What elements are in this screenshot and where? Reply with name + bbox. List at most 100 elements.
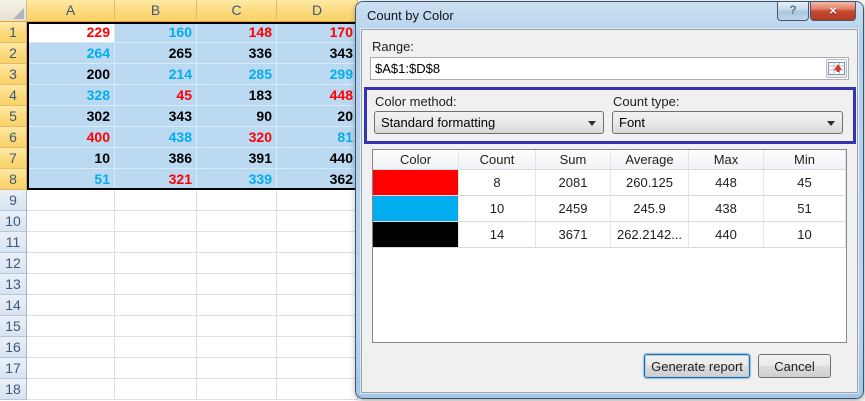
cancel-button[interactable]: Cancel (758, 354, 831, 378)
grid-cell[interactable] (27, 358, 115, 379)
grid-cell-c5[interactable]: 90 (197, 106, 277, 127)
column-header-sum[interactable]: Sum (536, 150, 611, 169)
row-header-16[interactable]: 16 (0, 337, 27, 358)
grid-cell[interactable] (197, 295, 277, 316)
grid-cell-a5[interactable]: 302 (27, 106, 115, 127)
grid-cell-a6[interactable]: 400 (27, 127, 115, 148)
grid-cell[interactable] (277, 190, 358, 211)
grid-cell-c1[interactable]: 148 (197, 22, 277, 43)
grid-cell[interactable] (27, 253, 115, 274)
grid-cell[interactable] (27, 232, 115, 253)
grid-cell[interactable] (277, 253, 358, 274)
grid-cell-a4[interactable]: 328 (27, 85, 115, 106)
grid-cell-c4[interactable]: 183 (197, 85, 277, 106)
grid-cell[interactable] (277, 379, 358, 400)
grid-cell[interactable] (197, 211, 277, 232)
grid-cell[interactable] (115, 232, 197, 253)
grid-cell[interactable] (115, 190, 197, 211)
grid-cell-a2[interactable]: 264 (27, 43, 115, 64)
row-header-9[interactable]: 9 (0, 190, 27, 211)
row-header-6[interactable]: 6 (0, 127, 27, 148)
grid-cell[interactable] (27, 211, 115, 232)
grid-cell[interactable] (277, 274, 358, 295)
column-header-b[interactable]: B (115, 0, 197, 22)
grid-cell-b6[interactable]: 438 (115, 127, 197, 148)
range-input[interactable] (370, 57, 849, 80)
grid-cell-c6[interactable]: 320 (197, 127, 277, 148)
grid-cell-d5[interactable]: 20 (277, 106, 358, 127)
grid-cell-b3[interactable]: 214 (115, 64, 197, 85)
row-header-4[interactable]: 4 (0, 85, 27, 106)
grid-cell[interactable] (277, 232, 358, 253)
grid-cell[interactable] (277, 211, 358, 232)
row-header-17[interactable]: 17 (0, 358, 27, 379)
table-row-red[interactable]: 8 2081 260.125 448 45 (373, 170, 846, 196)
range-picker-button[interactable] (826, 59, 847, 78)
grid-cell[interactable] (197, 253, 277, 274)
grid-cell[interactable] (27, 295, 115, 316)
grid-cell-a1[interactable]: 229 (27, 22, 115, 43)
table-row-blue[interactable]: 10 2459 245.9 438 51 (373, 196, 846, 222)
grid-cell-a8[interactable]: 51 (27, 169, 115, 190)
grid-cell[interactable] (115, 337, 197, 358)
grid-cell[interactable] (197, 337, 277, 358)
grid-cell-d4[interactable]: 448 (277, 85, 358, 106)
column-header-c[interactable]: C (197, 0, 277, 22)
grid-cell[interactable] (115, 211, 197, 232)
grid-cell[interactable] (27, 190, 115, 211)
grid-cell-b2[interactable]: 265 (115, 43, 197, 64)
grid-cell[interactable] (277, 316, 358, 337)
grid-cell[interactable] (277, 358, 358, 379)
row-header-7[interactable]: 7 (0, 148, 27, 169)
row-header-13[interactable]: 13 (0, 274, 27, 295)
generate-report-button[interactable]: Generate report (644, 354, 750, 378)
grid-cell[interactable] (115, 316, 197, 337)
table-row-black[interactable]: 14 3671 262.2142... 440 10 (373, 222, 846, 248)
row-header-10[interactable]: 10 (0, 211, 27, 232)
column-header-max[interactable]: Max (689, 150, 764, 169)
grid-cell-c2[interactable]: 336 (197, 43, 277, 64)
row-header-3[interactable]: 3 (0, 64, 27, 85)
column-header-color[interactable]: Color (373, 150, 459, 169)
grid-cell-c3[interactable]: 285 (197, 64, 277, 85)
grid-cell-b1[interactable]: 160 (115, 22, 197, 43)
grid-cell[interactable] (197, 232, 277, 253)
grid-cell[interactable] (27, 379, 115, 400)
grid-cell[interactable] (115, 253, 197, 274)
select-all-corner[interactable] (0, 0, 27, 22)
grid-cell[interactable] (115, 379, 197, 400)
grid-cell[interactable] (27, 274, 115, 295)
grid-cell-d7[interactable]: 440 (277, 148, 358, 169)
grid-cell[interactable] (115, 358, 197, 379)
grid-cell-b5[interactable]: 343 (115, 106, 197, 127)
help-button[interactable]: ? (777, 2, 809, 21)
grid-cell-b4[interactable]: 45 (115, 85, 197, 106)
row-header-18[interactable]: 18 (0, 379, 27, 400)
column-header-count[interactable]: Count (459, 150, 536, 169)
row-header-5[interactable]: 5 (0, 106, 27, 127)
grid-cell[interactable] (197, 316, 277, 337)
grid-cell-d2[interactable]: 343 (277, 43, 358, 64)
column-header-a[interactable]: A (27, 0, 115, 22)
grid-cell[interactable] (197, 274, 277, 295)
grid-cell[interactable] (197, 190, 277, 211)
grid-cell-b7[interactable]: 386 (115, 148, 197, 169)
color-method-dropdown[interactable]: Standard formatting (374, 111, 604, 134)
column-header-min[interactable]: Min (764, 150, 846, 169)
grid-cell[interactable] (277, 295, 358, 316)
row-header-2[interactable]: 2 (0, 43, 27, 64)
close-button[interactable]: × (810, 2, 856, 21)
row-header-15[interactable]: 15 (0, 316, 27, 337)
row-header-1[interactable]: 1 (0, 22, 27, 43)
grid-cell-b8[interactable]: 321 (115, 169, 197, 190)
grid-cell-c7[interactable]: 391 (197, 148, 277, 169)
row-header-11[interactable]: 11 (0, 232, 27, 253)
column-header-d[interactable]: D (277, 0, 358, 22)
grid-cell-a3[interactable]: 200 (27, 64, 115, 85)
grid-cell[interactable] (27, 337, 115, 358)
grid-cell-d6[interactable]: 81 (277, 127, 358, 148)
column-header-average[interactable]: Average (611, 150, 689, 169)
row-header-14[interactable]: 14 (0, 295, 27, 316)
grid-cell[interactable] (197, 379, 277, 400)
grid-cell-a7[interactable]: 10 (27, 148, 115, 169)
